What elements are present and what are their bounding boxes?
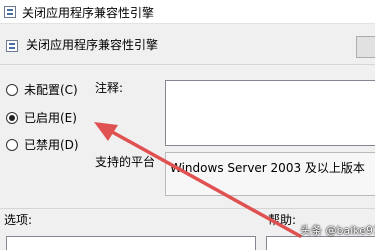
- options-panel: [6, 236, 256, 250]
- radio-label: 已启用(E): [24, 111, 77, 125]
- help-label: 帮助:: [268, 213, 297, 227]
- radio-label: 未配置(C): [24, 83, 78, 97]
- previous-setting-button[interactable]: [356, 36, 375, 58]
- divider: [0, 64, 375, 65]
- policy-setting-icon: [4, 6, 16, 18]
- comment-label: 注释:: [95, 81, 124, 95]
- window-title: 关闭应用程序兼容性引擎: [22, 6, 155, 20]
- policy-setting-icon: [6, 40, 18, 52]
- options-label: 选项:: [4, 213, 33, 227]
- supported-platform-field: Windows Server 2003 及以上版本: [165, 152, 375, 196]
- radio-button-checked[interactable]: [6, 111, 18, 124]
- watermark: 头条 @baike911: [300, 224, 375, 237]
- supported-platform-value: Windows Server 2003 及以上版本: [170, 161, 365, 175]
- radio-button[interactable]: [6, 83, 18, 96]
- radio-not-configured[interactable]: 未配置(C): [6, 81, 78, 98]
- help-panel: [266, 236, 375, 250]
- comment-textarea[interactable]: [165, 80, 375, 146]
- radio-enabled[interactable]: 已启用(E): [6, 109, 77, 126]
- supported-on-label: 支持的平台: [95, 155, 156, 169]
- policy-title: 关闭应用程序兼容性引擎: [26, 38, 159, 52]
- window-titlebar: 关闭应用程序兼容性引擎: [0, 0, 375, 24]
- radio-disabled[interactable]: 已禁用(D): [6, 136, 79, 153]
- radio-button[interactable]: [6, 138, 18, 151]
- divider: [0, 208, 375, 209]
- radio-label: 已禁用(D): [24, 138, 79, 152]
